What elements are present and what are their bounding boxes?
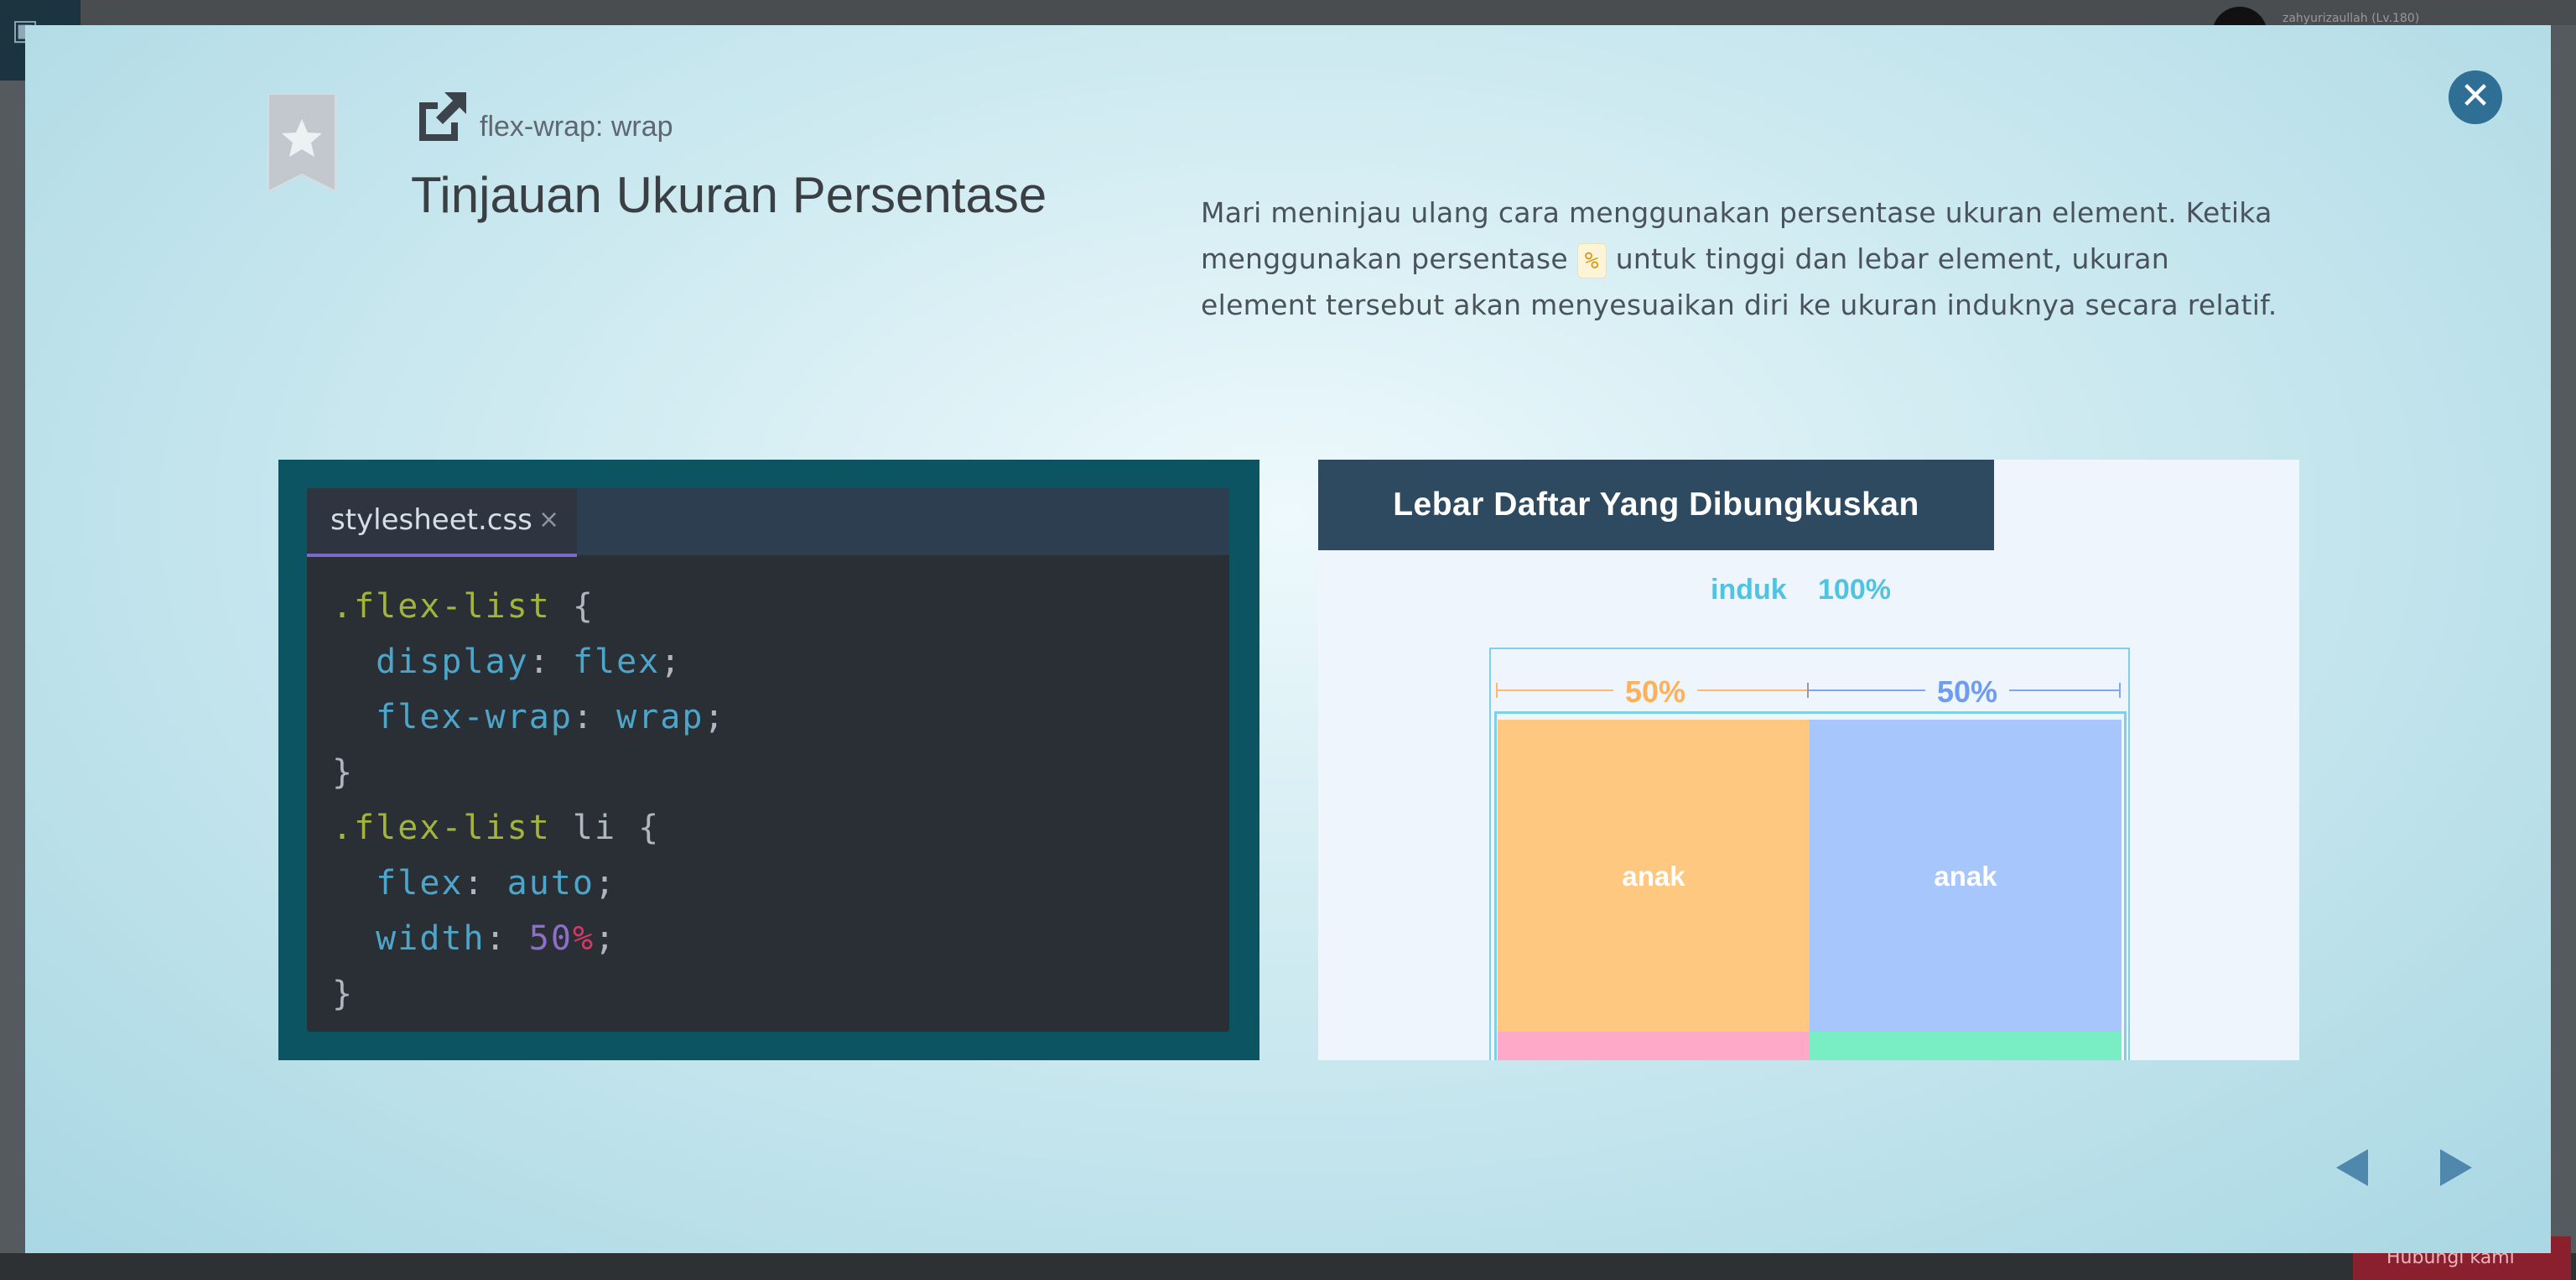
next-arrow-icon[interactable] — [2428, 1142, 2479, 1193]
code-punct: li { — [550, 809, 661, 847]
code-line: } — [332, 745, 726, 800]
close-icon[interactable]: ✕ — [2460, 75, 2491, 117]
code-panel: stylesheet.css × .flex-list { display: f… — [278, 460, 1259, 1060]
right-width-label: 50% — [1925, 674, 2010, 710]
parent-label: induk — [1711, 574, 1787, 606]
tab-label: stylesheet.css — [330, 503, 532, 537]
lesson-tag: flex-wrap: wrap — [480, 111, 673, 143]
illustration-title: Lebar Daftar Yang Dibungkuskan — [1393, 487, 1919, 523]
code-value: flex — [572, 643, 661, 681]
close-button[interactable]: ✕ — [2449, 70, 2502, 124]
previous-arrow-icon[interactable] — [2329, 1142, 2380, 1193]
code-property: flex — [376, 864, 464, 903]
code-punct: } — [332, 753, 355, 792]
code-property: display — [376, 643, 529, 681]
user-name[interactable]: zahyurizaullah (Lv.180) — [2283, 12, 2419, 25]
left-tick — [1496, 683, 1498, 698]
code-property: flex-wrap — [376, 698, 573, 736]
tab-close-icon[interactable]: × — [538, 505, 559, 534]
code-punct: { — [550, 587, 595, 626]
code-number: 50 — [528, 919, 573, 958]
page-title: Tinjauan Ukuran Persentase — [411, 167, 1047, 223]
code-value: wrap — [616, 698, 704, 736]
code-punct: } — [332, 975, 355, 1013]
code-block: .flex-list { display: flex; flex-wrap: w… — [332, 579, 726, 1022]
code-line: .flex-list li { — [332, 800, 726, 856]
illustration-header: Lebar Daftar Yang Dibungkuskan — [1318, 460, 1994, 550]
editor-tabbar: stylesheet.css × — [307, 488, 1229, 557]
illustration-panel: Lebar Daftar Yang Dibungkuskan induk 100… — [1318, 460, 2299, 1060]
code-line: display: flex; — [376, 643, 683, 681]
background-header — [0, 0, 2576, 25]
bookmark-star-icon[interactable] — [267, 94, 337, 193]
lesson-modal: ✕ flex-wrap: wrap Tinjauan Ukuran Persen… — [25, 25, 2551, 1253]
background-scrollbar[interactable] — [2551, 25, 2576, 1253]
right-tick — [2119, 683, 2121, 698]
code-line: } — [332, 966, 726, 1022]
lesson-description: Mari meninjau ulang cara menggunakan per… — [1201, 190, 2283, 328]
parent-percentage: 100% — [1818, 574, 1891, 606]
code-line: .flex-list { — [332, 579, 726, 634]
code-value: auto — [506, 864, 595, 903]
child-box-orange: anak — [1498, 720, 1810, 1032]
code-selector: .flex-list — [332, 809, 551, 847]
code-editor: stylesheet.css × .flex-list { display: f… — [307, 488, 1229, 1032]
code-line: flex-wrap: wrap; — [376, 698, 726, 736]
mid-tick — [1807, 683, 1809, 698]
child-label: anak — [1622, 861, 1685, 892]
external-link-icon[interactable] — [413, 87, 471, 146]
tab-stylesheet[interactable]: stylesheet.css × — [307, 488, 577, 557]
code-line: width: 50%; — [376, 919, 617, 958]
child-box-pink — [1498, 1032, 1810, 1060]
child-label: anak — [1934, 861, 1997, 892]
code-selector: .flex-list — [332, 587, 551, 626]
inline-code: % — [1576, 243, 1607, 278]
background-footer — [0, 1253, 2576, 1280]
background-sidebar — [0, 81, 25, 1255]
child-box-green — [1810, 1032, 2122, 1060]
code-property: width — [376, 919, 486, 958]
left-width-label: 50% — [1613, 674, 1698, 710]
code-line: flex: auto; — [376, 864, 617, 903]
code-unit: % — [572, 919, 595, 958]
child-box-blue: anak — [1810, 720, 2122, 1032]
